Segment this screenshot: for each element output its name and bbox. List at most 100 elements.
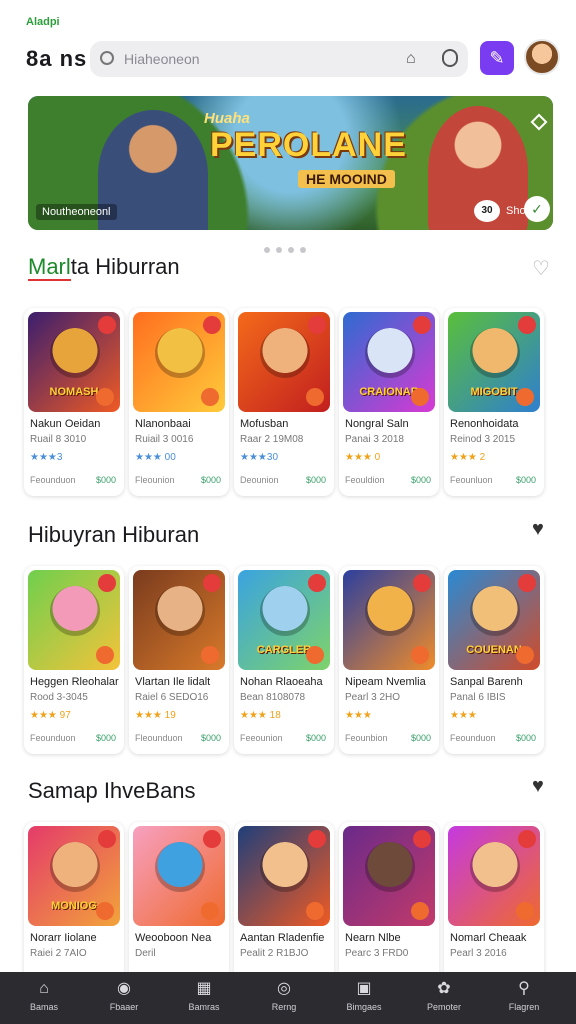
game-title: Nlanonbaai: [135, 418, 191, 430]
corner-badge-icon: [96, 388, 114, 406]
corner-badge-icon: [96, 902, 114, 920]
game-price: $000: [410, 475, 431, 485]
game-title: Mofusban: [240, 418, 289, 430]
nav-item-bamas[interactable]: ⌂ Bamas: [8, 980, 80, 1012]
game-thumbnail[interactable]: CRAIONAR: [343, 312, 435, 412]
nav-item-flagren[interactable]: ⚲ Flagren: [488, 980, 560, 1012]
game-category: Deounion: [240, 475, 279, 485]
badge-icon: [203, 316, 221, 334]
nav-item-pemoter[interactable]: ✿ Pemoter: [408, 980, 480, 1012]
game-card[interactable]: NOMASH Nakun Oeidan Ruail 8 3010 ★★★3 Feound…: [24, 308, 124, 496]
search-input[interactable]: Hiaheoneon: [124, 51, 200, 67]
game-card[interactable]: Nipeam Nvemlia Pearl 3 2HO ★★★ Feounbion $00…: [339, 566, 439, 754]
badge-icon: [413, 574, 431, 592]
section-title-highlight: Marl: [28, 254, 71, 281]
badge-icon: [203, 830, 221, 848]
game-meta: Pearl 3 2016: [450, 948, 507, 959]
carousel-dot[interactable]: [276, 247, 282, 253]
character-art: [50, 842, 100, 892]
rating-stars: ★★★ 00: [135, 452, 176, 463]
carousel-dots[interactable]: [264, 240, 312, 258]
nav-item-label: Bamras: [188, 1002, 220, 1012]
nav-item-rerng[interactable]: ◎ Rerng: [248, 980, 320, 1012]
game-price: $000: [515, 475, 536, 485]
game-thumbnail[interactable]: COUENAN: [448, 570, 540, 670]
game-price: $000: [95, 475, 116, 485]
game-title: Nipeam Nvemlia: [345, 676, 426, 688]
game-card[interactable]: Vlartan Ile lidalt Raiel 6 SEDO16 ★★★ 19 Fl…: [129, 566, 229, 754]
game-thumbnail[interactable]: [343, 570, 435, 670]
wand-icon: ✎: [489, 48, 505, 68]
nav-item-label: Fbaaer: [109, 1002, 139, 1012]
wand-button[interactable]: ✎: [480, 41, 514, 75]
banner-small-title: Huaha: [204, 110, 250, 127]
nav-item-bamras[interactable]: ▦ Bamras: [168, 980, 240, 1012]
game-thumbnail[interactable]: [133, 826, 225, 926]
corner-badge-icon: [201, 902, 219, 920]
game-category: Feounluon: [450, 475, 493, 485]
character-art: [260, 842, 310, 892]
game-card[interactable]: CRAIONAR Nongral Saln Panai 3 2018 ★★★ 0 Feo…: [339, 308, 439, 496]
game-card[interactable]: CARGLER Nohan Rlaoeaha Bean 8108078 ★★★ 18 F…: [234, 566, 334, 754]
carousel-dot[interactable]: [300, 247, 306, 253]
game-title: Weooboon Nea: [135, 932, 212, 944]
game-thumbnail[interactable]: [133, 312, 225, 412]
game-thumbnail[interactable]: [238, 312, 330, 412]
search-bar[interactable]: Hiaheoneon ⌂: [90, 41, 468, 77]
nav-item-bimgaes[interactable]: ▣ Bimgaes: [328, 980, 400, 1012]
character-art: [50, 586, 100, 636]
game-meta: Reinod 3 2015: [450, 434, 516, 445]
game-card[interactable]: Nlanonbaai Ruiail 3 0016 ★★★ 00 Fleounion $0…: [129, 308, 229, 496]
game-category: Feounduon: [30, 733, 76, 743]
game-category: Feeounion: [240, 733, 283, 743]
game-thumbnail[interactable]: [238, 826, 330, 926]
game-thumbnail[interactable]: [28, 570, 120, 670]
heart-icon[interactable]: ♥: [532, 518, 544, 541]
game-meta: Rood 3-3045: [30, 692, 88, 703]
section-title-rest: ta Hiburran: [70, 254, 180, 279]
game-price: $000: [305, 475, 326, 485]
character-art: [260, 586, 310, 636]
game-thumbnail[interactable]: [133, 570, 225, 670]
game-thumbnail[interactable]: MONIOG: [28, 826, 120, 926]
game-price: $000: [200, 475, 221, 485]
game-card[interactable]: Heggen Rleohalar Rood 3-3045 ★★★ 97 Feoundu…: [24, 566, 124, 754]
brand-logo[interactable]: 8a ns: [26, 46, 87, 72]
badge-icon: [518, 830, 536, 848]
play-icon: ◎: [277, 980, 291, 997]
game-card[interactable]: Mofusban Raar 2 19M08 ★★★30 Deounion $000: [234, 308, 334, 496]
avatar[interactable]: [524, 39, 560, 75]
rating-stars: ★★★3: [30, 452, 63, 463]
game-thumbnail[interactable]: [343, 826, 435, 926]
banner-pill[interactable]: 30: [474, 200, 500, 222]
game-thumbnail[interactable]: CARGLER: [238, 570, 330, 670]
library-icon: ▦: [196, 980, 212, 997]
game-card[interactable]: MIGOBIT Renonhoidata Reinod 3 2015 ★★★ 2 Feo…: [444, 308, 544, 496]
game-thumbnail[interactable]: [448, 826, 540, 926]
game-card[interactable]: COUENAN Sanpal Barenh Panal 6 IBIS ★★★ Feoun…: [444, 566, 544, 754]
section-title: Marlta Hiburran: [28, 254, 180, 281]
rating-stars: ★★★ 18: [240, 710, 281, 721]
character-art: [365, 328, 415, 378]
corner-badge-icon: [516, 646, 534, 664]
game-category: Feounduon: [30, 475, 76, 485]
game-meta: Ruiail 3 0016: [135, 434, 194, 445]
corner-badge-icon: [306, 646, 324, 664]
corner-badge-icon: [306, 388, 324, 406]
carousel-dot[interactable]: [288, 247, 294, 253]
featured-banner[interactable]: Huaha PEROLANE HE MOOIND Noutheoneonl 30…: [28, 96, 553, 230]
game-thumbnail[interactable]: NOMASH: [28, 312, 120, 412]
game-thumbnail[interactable]: MIGOBIT: [448, 312, 540, 412]
nav-item-label: Bimgaes: [346, 1002, 382, 1012]
character-art: [470, 842, 520, 892]
carousel-dot[interactable]: [264, 247, 270, 253]
nav-item-fbaaer[interactable]: ◉ Fbaaer: [88, 980, 160, 1012]
heart-icon[interactable]: ♥: [532, 775, 544, 798]
check-icon[interactable]: ✓: [524, 196, 550, 222]
banner-title: PEROLANE: [210, 126, 407, 164]
game-title: Nakun Oeidan: [30, 418, 101, 430]
mic-icon[interactable]: [442, 49, 458, 67]
bell-icon[interactable]: ⌂: [406, 50, 416, 68]
heart-icon[interactable]: ♡: [532, 256, 550, 281]
badge-icon: [413, 830, 431, 848]
